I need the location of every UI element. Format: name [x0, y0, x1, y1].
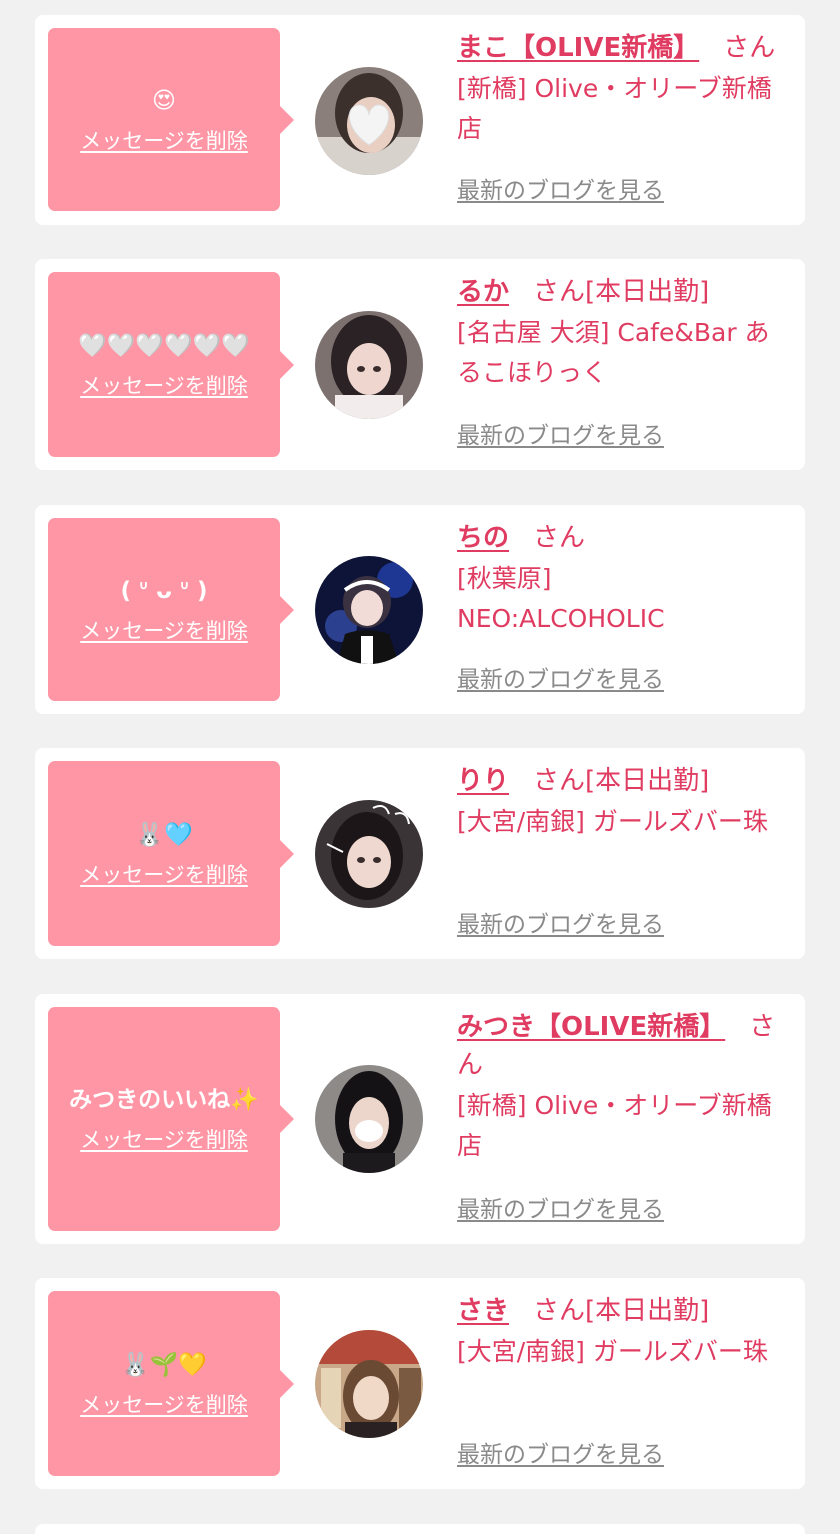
shop-name: [新橋] Olive・オリーブ新橋店 — [457, 1091, 772, 1160]
girl-name-link[interactable]: みつき【OLIVE新橋】 — [457, 1012, 725, 1042]
girl-name-link[interactable]: さき — [457, 1296, 509, 1326]
latest-blog-link[interactable]: 最新のブログを見る — [457, 1440, 664, 1470]
message-text: ( ᐡ ᴗ ᐡ ) — [120, 577, 208, 604]
latest-blog-link[interactable]: 最新のブログを見る — [457, 1195, 664, 1225]
delete-message-link[interactable]: メッセージを削除 — [80, 1125, 248, 1155]
girl-name-link[interactable]: るか — [457, 277, 509, 307]
message-bubble: 🤍🤍🤍🤍🤍🤍 メッセージを削除 — [48, 272, 294, 457]
san-honorific: さん — [533, 523, 586, 553]
list-item — [35, 1524, 805, 1534]
san-honorific: さん — [533, 766, 586, 796]
shop-name: [大宮/南銀] ガールズバー珠 — [457, 1337, 768, 1366]
latest-blog-link[interactable]: 最新のブログを見る — [457, 910, 664, 940]
message-text: 😍 — [152, 87, 176, 114]
shop-name: [名古屋 大須] Cafe&Bar あるこほりっく — [457, 318, 770, 387]
card-info: りり さん[本日出勤] [大宮/南銀] ガールズバー珠 — [457, 762, 787, 842]
girl-name-link[interactable]: りり — [457, 766, 509, 796]
card-info: みつき【OLIVE新橋】 さん [新橋] Olive・オリーブ新橋店 — [457, 1008, 787, 1166]
shop-name: [秋葉原] NEO:ALCOHOLIC — [457, 564, 665, 633]
card-info: まこ【OLIVE新橋】 さん [新橋] Olive・オリーブ新橋店 — [457, 29, 787, 149]
san-honorific: さん — [723, 33, 776, 63]
message-text: 🐰🌱💛 — [121, 1351, 207, 1378]
message-bubble: 🐰🌱💛 メッセージを削除 — [48, 1291, 294, 1476]
message-bubble: 🐰🩵 メッセージを削除 — [48, 761, 294, 946]
delete-message-link[interactable]: メッセージを削除 — [80, 1390, 248, 1420]
delete-message-link[interactable]: メッセージを削除 — [80, 126, 248, 156]
status-badge: [本日出勤] — [585, 1296, 710, 1326]
shop-name: [新橋] Olive・オリーブ新橋店 — [457, 74, 772, 143]
message-bubble: ( ᐡ ᴗ ᐡ ) メッセージを削除 — [48, 518, 294, 701]
avatar[interactable] — [315, 1065, 423, 1173]
avatar[interactable] — [315, 800, 423, 908]
girl-name-link[interactable]: まこ【OLIVE新橋】 — [457, 33, 699, 63]
message-list: 😍 メッセージを削除 まこ【OLIVE新橋】 さん [新橋] Olive・オリーブ… — [0, 0, 840, 1534]
delete-message-link[interactable]: メッセージを削除 — [80, 860, 248, 890]
message-text: みつきのいいね✨ — [69, 1087, 259, 1113]
san-honorific: さん — [533, 1296, 586, 1326]
avatar[interactable] — [315, 67, 423, 175]
list-item: ( ᐡ ᴗ ᐡ ) メッセージを削除 ちの さん [秋葉原] NEO:ALCOHO… — [35, 505, 805, 714]
message-bubble: みつきのいいね✨ メッセージを削除 — [48, 1007, 294, 1231]
message-bubble: 😍 メッセージを削除 — [48, 28, 294, 211]
avatar[interactable] — [315, 556, 423, 664]
avatar[interactable] — [315, 311, 423, 419]
status-badge: [本日出勤] — [585, 277, 710, 307]
list-item: 🤍🤍🤍🤍🤍🤍 メッセージを削除 るか さん[本日出勤] [名古屋 大須] Cafe… — [35, 259, 805, 470]
status-badge: [本日出勤] — [585, 766, 710, 796]
list-item: 😍 メッセージを削除 まこ【OLIVE新橋】 さん [新橋] Olive・オリーブ… — [35, 15, 805, 225]
card-info: さき さん[本日出勤] [大宮/南銀] ガールズバー珠 — [457, 1292, 787, 1372]
card-info: るか さん[本日出勤] [名古屋 大須] Cafe&Bar あるこほりっく — [457, 273, 787, 393]
avatar[interactable] — [315, 1330, 423, 1438]
message-text: 🐰🩵 — [135, 821, 193, 848]
delete-message-link[interactable]: メッセージを削除 — [80, 371, 248, 401]
delete-message-link[interactable]: メッセージを削除 — [80, 616, 248, 646]
latest-blog-link[interactable]: 最新のブログを見る — [457, 421, 664, 451]
latest-blog-link[interactable]: 最新のブログを見る — [457, 176, 664, 206]
shop-name: [大宮/南銀] ガールズバー珠 — [457, 807, 768, 836]
list-item: 🐰🩵 メッセージを削除 りり さん[本日出勤] [大宮/南銀] ガールズバー珠 最… — [35, 748, 805, 959]
list-item: 🐰🌱💛 メッセージを削除 さき さん[本日出勤] [大宮/南銀] ガールズバー珠 … — [35, 1278, 805, 1489]
san-honorific: さん — [533, 277, 586, 307]
girl-name-link[interactable]: ちの — [457, 523, 509, 553]
card-info: ちの さん [秋葉原] NEO:ALCOHOLIC — [457, 519, 725, 639]
latest-blog-link[interactable]: 最新のブログを見る — [457, 665, 664, 695]
message-text: 🤍🤍🤍🤍🤍🤍 — [78, 332, 250, 359]
list-item: みつきのいいね✨ メッセージを削除 みつき【OLIVE新橋】 さん [新橋] Ol… — [35, 994, 805, 1244]
